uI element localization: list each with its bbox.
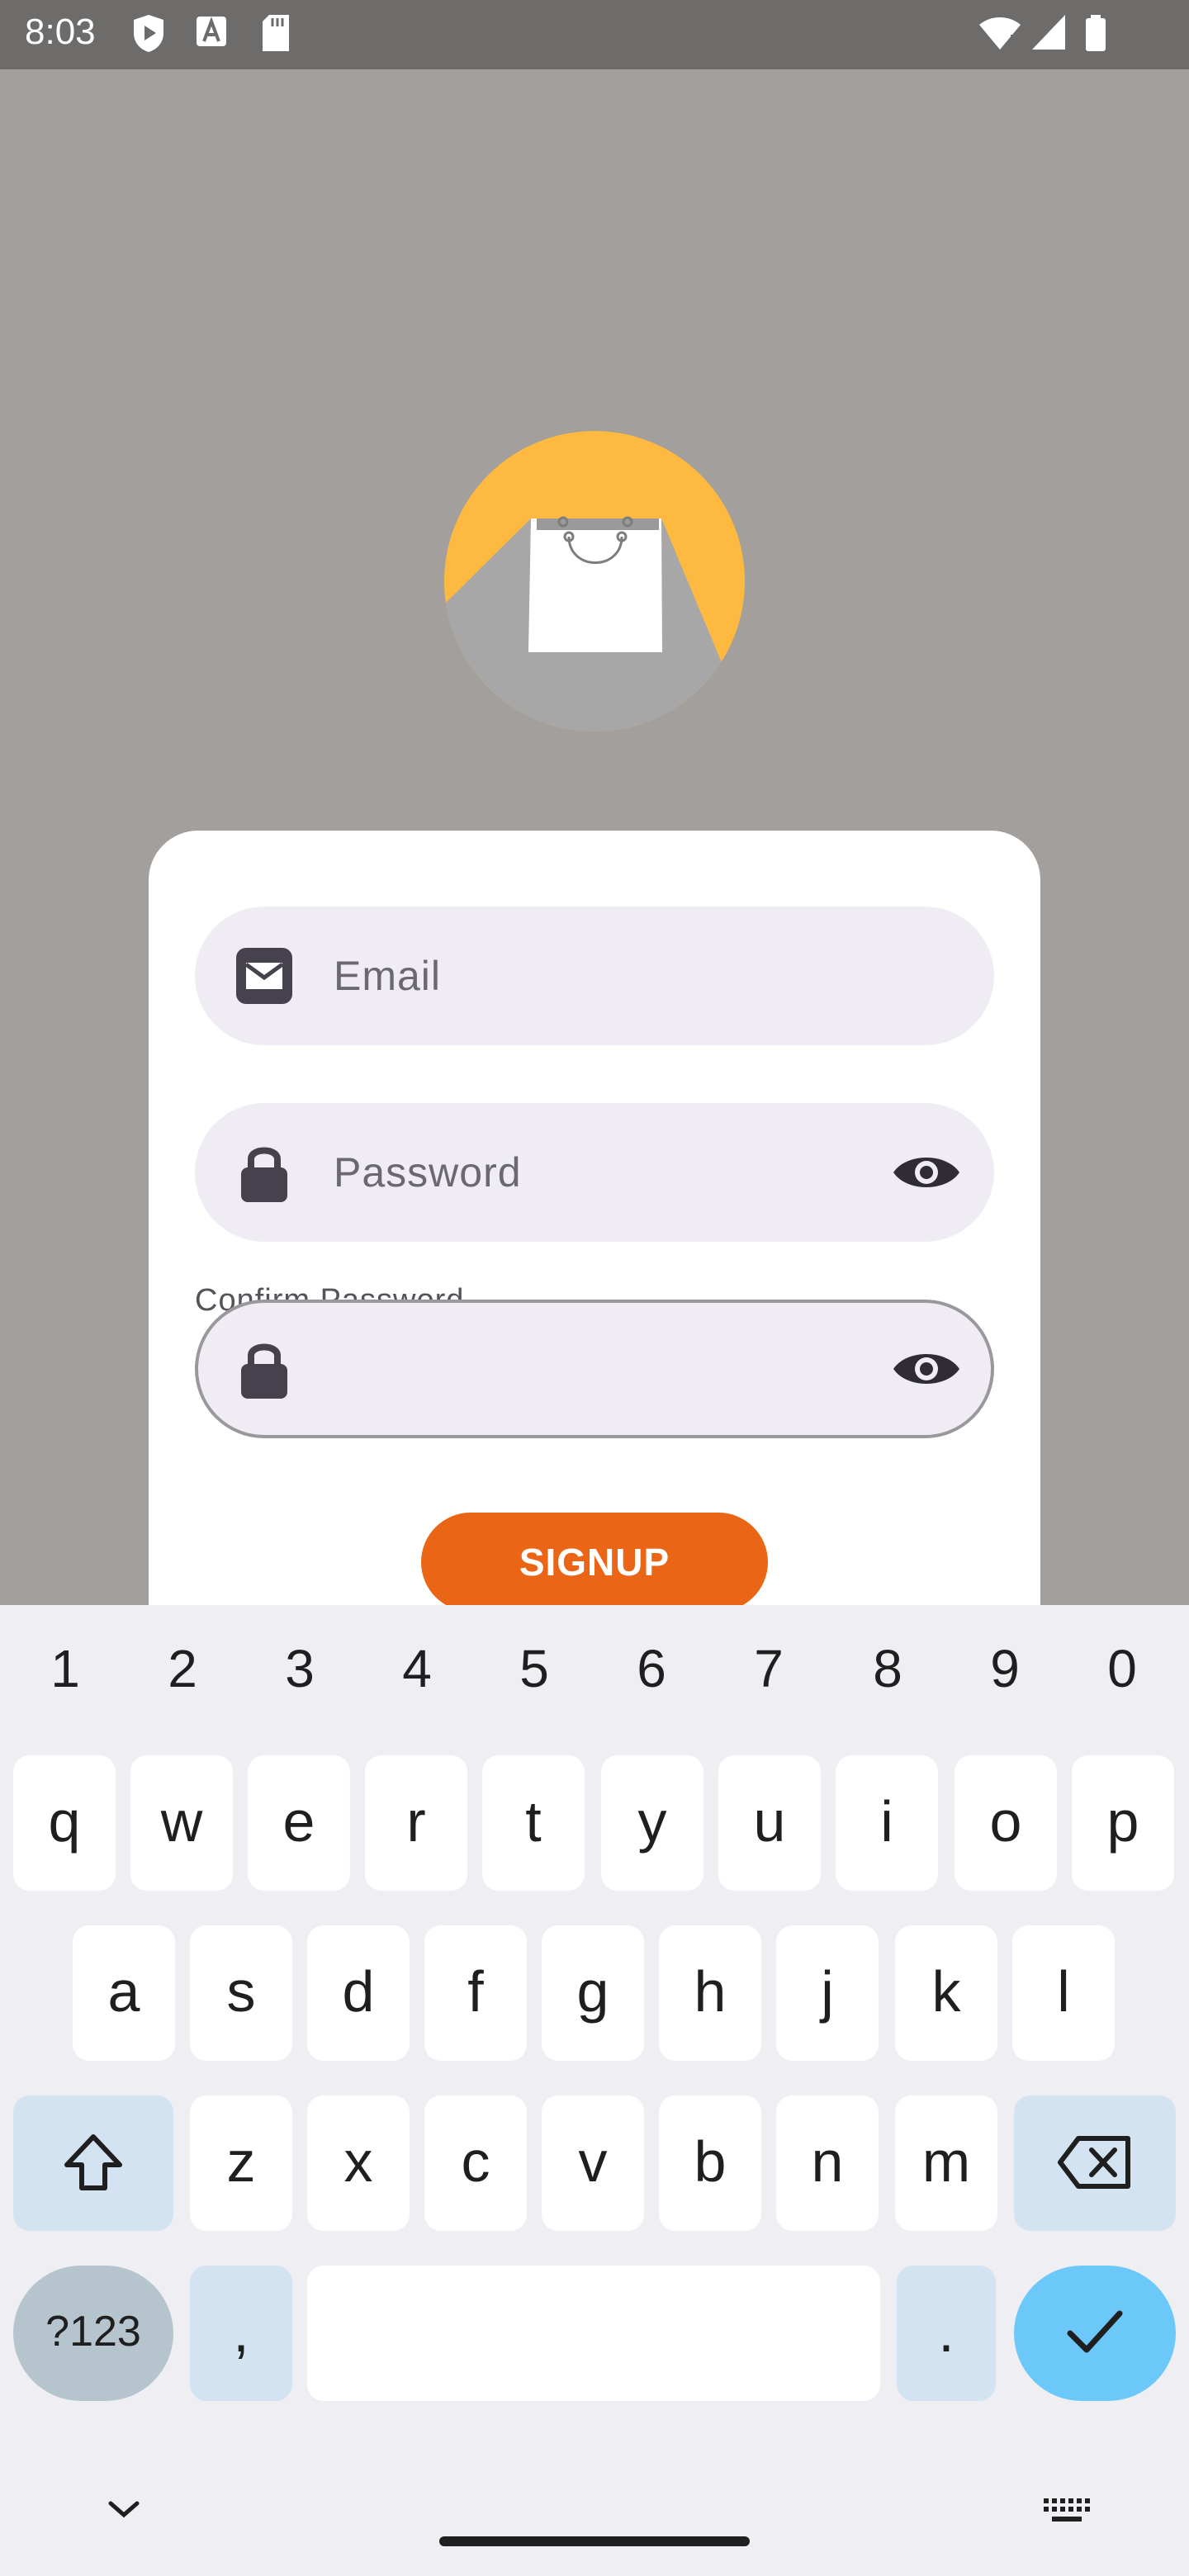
key-e[interactable]: e xyxy=(248,1755,350,1891)
key-d[interactable]: d xyxy=(307,1925,410,2061)
key-v[interactable]: v xyxy=(542,2095,644,2231)
key-o[interactable]: o xyxy=(955,1755,1057,1891)
key-g[interactable]: g xyxy=(542,1925,644,2061)
key-1[interactable]: 1 xyxy=(20,1638,111,1699)
key-u[interactable]: u xyxy=(718,1755,821,1891)
font-a-icon xyxy=(197,17,226,46)
comma-key[interactable]: , xyxy=(190,2266,292,2401)
key-s[interactable]: s xyxy=(190,1925,292,2061)
wifi-icon xyxy=(979,17,1021,50)
key-8[interactable]: 8 xyxy=(842,1638,933,1699)
key-y[interactable]: y xyxy=(601,1755,703,1891)
key-w[interactable]: w xyxy=(130,1755,233,1891)
status-time: 8:03 xyxy=(25,12,96,52)
shift-key[interactable] xyxy=(13,2095,173,2231)
key-i[interactable]: i xyxy=(836,1755,938,1891)
key-q[interactable]: q xyxy=(13,1755,116,1891)
key-a[interactable]: a xyxy=(73,1925,175,2061)
play-protect-icon xyxy=(134,15,163,52)
symbols-key[interactable]: ?123 xyxy=(13,2266,173,2401)
key-t[interactable]: t xyxy=(482,1755,585,1891)
shift-icon xyxy=(64,2134,122,2190)
key-5[interactable]: 5 xyxy=(489,1638,580,1699)
gesture-nav-handle[interactable] xyxy=(439,2536,750,2546)
shopping-bag-icon xyxy=(444,516,725,732)
key-j[interactable]: j xyxy=(776,1925,879,2061)
backspace-key[interactable] xyxy=(1014,2095,1176,2231)
signup-clip: SIGNUP xyxy=(149,831,1040,1607)
key-3[interactable]: 3 xyxy=(254,1638,345,1699)
key-r[interactable]: r xyxy=(365,1755,467,1891)
number-row: 1 2 3 4 5 6 7 8 9 0 xyxy=(0,1638,1189,1721)
period-key[interactable]: . xyxy=(897,2266,996,2401)
key-4[interactable]: 4 xyxy=(372,1638,462,1699)
key-h[interactable]: h xyxy=(659,1925,761,2061)
battery-icon xyxy=(1086,15,1106,51)
app-logo xyxy=(444,431,745,732)
key-f[interactable]: f xyxy=(424,1925,527,2061)
key-7[interactable]: 7 xyxy=(723,1638,814,1699)
key-n[interactable]: n xyxy=(776,2095,879,2231)
signal-icon xyxy=(1032,15,1065,50)
key-k[interactable]: k xyxy=(895,1925,997,2061)
status-bar: 8:03 xyxy=(0,0,1189,69)
sd-card-icon xyxy=(263,15,289,51)
key-9[interactable]: 9 xyxy=(959,1638,1050,1699)
enter-key[interactable] xyxy=(1014,2266,1176,2401)
soft-keyboard: 1 2 3 4 5 6 7 8 9 0 q w e r t y u i o p … xyxy=(0,1605,1189,2576)
key-0[interactable]: 0 xyxy=(1077,1638,1168,1699)
key-l[interactable]: l xyxy=(1012,1925,1115,2061)
space-key[interactable] xyxy=(307,2266,880,2401)
checkmark-icon xyxy=(1067,2310,1123,2353)
backspace-icon xyxy=(1058,2136,1130,2189)
key-p[interactable]: p xyxy=(1072,1755,1174,1891)
key-m[interactable]: m xyxy=(895,2095,997,2231)
key-b[interactable]: b xyxy=(659,2095,761,2231)
key-6[interactable]: 6 xyxy=(606,1638,697,1699)
key-c[interactable]: c xyxy=(424,2095,527,2231)
keyboard-switch-icon[interactable] xyxy=(1042,2497,1090,2526)
chevron-down-icon[interactable] xyxy=(104,2497,144,2522)
key-z[interactable]: z xyxy=(190,2095,292,2231)
signup-card: Email Password Confirm Password SIGNUP xyxy=(149,831,1040,1607)
key-2[interactable]: 2 xyxy=(137,1638,228,1699)
signup-button[interactable]: SIGNUP xyxy=(421,1513,768,1607)
key-x[interactable]: x xyxy=(307,2095,410,2231)
